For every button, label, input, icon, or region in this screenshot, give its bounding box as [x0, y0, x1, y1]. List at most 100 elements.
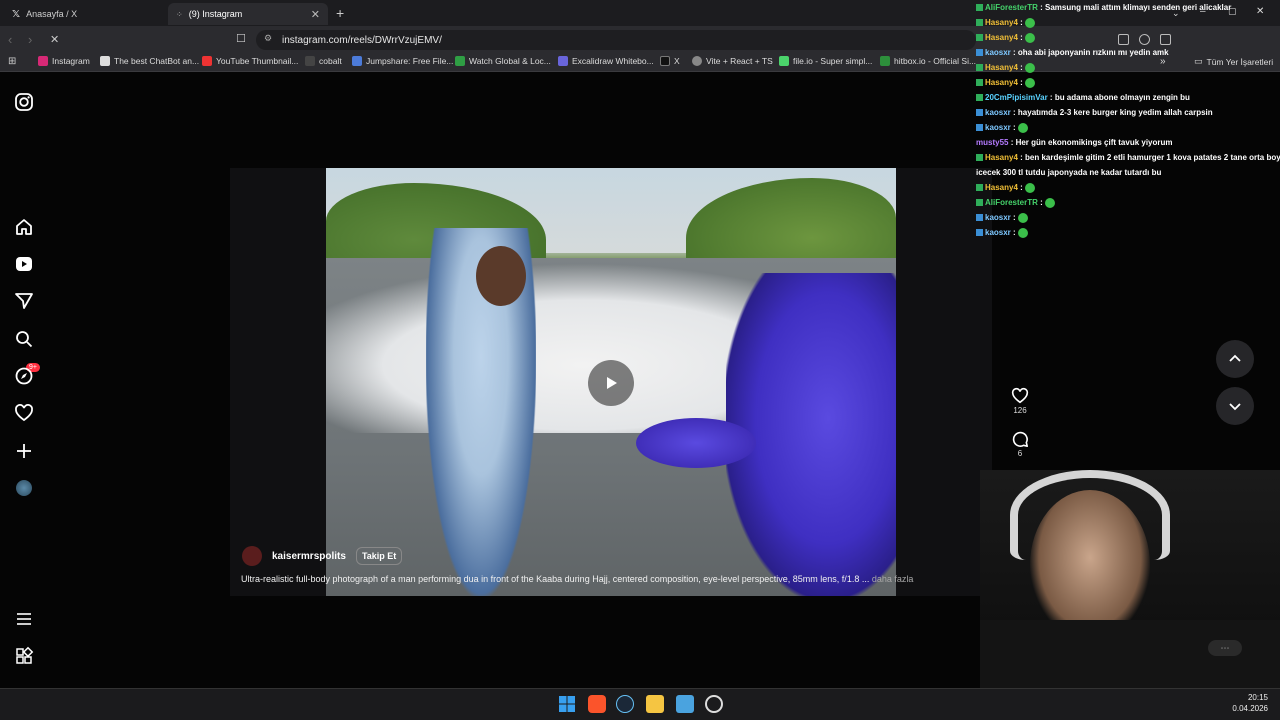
- bookmark-item[interactable]: file.io - Super simpl...: [779, 56, 872, 66]
- menu-icon[interactable]: [14, 609, 34, 629]
- bookmark-icon[interactable]: ☐: [236, 32, 246, 45]
- follow-button[interactable]: Takip Et: [355, 547, 403, 565]
- home-icon[interactable]: [14, 217, 34, 237]
- comment-icon[interactable]: [1011, 430, 1029, 448]
- next-reel-button[interactable]: [1216, 387, 1254, 425]
- bookmark-item[interactable]: hitbox.io - Official Si...: [880, 56, 976, 66]
- heart-icon[interactable]: [14, 403, 34, 423]
- chat-message: AliForesterTR :: [976, 195, 1280, 210]
- play-button[interactable]: [588, 360, 634, 406]
- apps-grid-icon[interactable]: ⊞: [8, 56, 16, 67]
- chat-username[interactable]: Hasany4: [985, 183, 1018, 192]
- chat-text: oha abi japonyanin rızkını mı yedin amk: [1017, 48, 1169, 57]
- tab-list-chevron-icon[interactable]: ⌄: [1172, 8, 1180, 19]
- address-bar[interactable]: ⚙ instagram.com/reels/DWrrVzujEMV/: [256, 30, 976, 50]
- clock-time: 20:15: [1247, 693, 1268, 702]
- stream-chat-overlay: AliForesterTR : Samsung mali attım klima…: [976, 0, 1280, 238]
- chat-username[interactable]: Hasany4: [985, 18, 1018, 27]
- chat-badge-icon: [976, 109, 983, 117]
- new-tab-button[interactable]: +: [336, 5, 344, 21]
- tab-instagram[interactable]: ⁘ (9) Instagram ✕: [168, 3, 328, 25]
- chat-username[interactable]: musty55: [976, 138, 1008, 147]
- start-button[interactable]: [558, 695, 576, 713]
- reels-icon[interactable]: [14, 254, 34, 274]
- chat-username[interactable]: AliForesterTR: [985, 3, 1038, 12]
- bookmark-item[interactable]: Watch Global & Loc...: [455, 56, 551, 66]
- bookmark-item[interactable]: Instagram: [38, 56, 90, 66]
- tab-x[interactable]: 𝕏 Anasayfa / X: [4, 3, 164, 25]
- chat-message: kaosxr :: [976, 120, 1280, 135]
- chat-message: icecek 300 tl tutdu japonyada ne kadar t…: [976, 165, 1280, 180]
- apps-icon[interactable]: [14, 646, 34, 666]
- caption-text: Ultra-realistic full-body photograph of …: [241, 574, 870, 584]
- chat-username[interactable]: 20CmPipisimVar: [985, 93, 1048, 102]
- chat-username[interactable]: Hasany4: [985, 153, 1018, 162]
- chat-message: Hasany4 : ben kardeşimle gitim 2 etli ha…: [976, 150, 1280, 165]
- chat-emote-icon: [1017, 122, 1028, 133]
- reel-author: kaisermrspolits Takip Et: [242, 546, 403, 566]
- explore-icon[interactable]: [14, 366, 34, 386]
- chat-message: 20CmPipisimVar : bu adama abone olmayın …: [976, 90, 1280, 105]
- reload-icon[interactable]: ✕: [50, 33, 59, 46]
- chat-badge-icon: [976, 49, 983, 57]
- bookmark-item[interactable]: Jumpshare: Free File...: [352, 56, 453, 66]
- chat-badge-icon: [976, 199, 983, 207]
- chat-username[interactable]: kaosxr: [985, 108, 1011, 117]
- search-icon[interactable]: [14, 329, 34, 349]
- obs-icon[interactable]: [705, 695, 723, 713]
- messages-icon[interactable]: [14, 291, 34, 311]
- chat-username[interactable]: AliForesterTR: [985, 198, 1038, 207]
- instagram-icon[interactable]: [14, 92, 34, 112]
- reel-caption: Ultra-realistic full-body photograph of …: [241, 574, 941, 584]
- close-window-icon[interactable]: ✕: [1256, 6, 1264, 17]
- tab-label: (9) Instagram: [188, 9, 243, 19]
- site-info-icon[interactable]: ⚙: [264, 33, 272, 44]
- minimize-icon[interactable]: –: [1200, 6, 1206, 17]
- chat-username[interactable]: kaosxr: [985, 213, 1011, 222]
- like-icon[interactable]: [1011, 387, 1029, 405]
- close-tab-icon[interactable]: ✕: [311, 8, 320, 21]
- previous-reel-button[interactable]: [1216, 340, 1254, 378]
- app-icon[interactable]: [676, 695, 694, 713]
- chat-message: Hasany4 :: [976, 60, 1280, 75]
- chat-username[interactable]: kaosxr: [985, 48, 1011, 57]
- bookmark-item[interactable]: Excalidraw Whitebo...: [558, 56, 654, 66]
- chat-emote-icon: [1025, 77, 1036, 88]
- chat-username[interactable]: Hasany4: [985, 33, 1018, 42]
- profile-avatar[interactable]: [16, 480, 32, 496]
- chat-emote-icon: [1025, 62, 1036, 73]
- author-avatar[interactable]: [242, 546, 262, 566]
- chat-username[interactable]: Hasany4: [985, 63, 1018, 72]
- chat-text: bu adama abone olmayın zengin bu: [1054, 93, 1190, 102]
- forward-button[interactable]: ›: [28, 32, 32, 47]
- chat-message: Hasany4 :: [976, 180, 1280, 195]
- chat-badge-icon: [976, 4, 983, 12]
- chat-username[interactable]: kaosxr: [985, 123, 1011, 132]
- bookmark-item[interactable]: The best ChatBot an...: [100, 56, 199, 66]
- bookmark-item[interactable]: X: [660, 56, 680, 66]
- bookmark-item[interactable]: YouTube Thumbnail...: [202, 56, 298, 66]
- chat-username[interactable]: Hasany4: [985, 78, 1018, 87]
- more-link[interactable]: daha fazla: [872, 574, 914, 584]
- file-explorer-icon[interactable]: [646, 695, 664, 713]
- x-logo-icon: 𝕏: [12, 8, 21, 20]
- windows-icon: [559, 696, 575, 712]
- chat-username[interactable]: kaosxr: [985, 228, 1011, 237]
- more-icon[interactable]: ⋯: [1208, 640, 1242, 656]
- bookmark-item[interactable]: cobalt: [305, 56, 342, 66]
- chat-text: hayatımda 2-3 kere burger king yedim all…: [1017, 108, 1213, 117]
- instagram-sidebar: 9+: [0, 72, 48, 688]
- chat-badge-icon: [976, 184, 983, 192]
- chevron-down-icon: [1229, 403, 1241, 411]
- brave-browser-icon[interactable]: [588, 695, 606, 713]
- back-button[interactable]: ‹: [8, 32, 12, 47]
- chat-message: Hasany4 :: [976, 15, 1280, 30]
- chat-emote-icon: [1025, 32, 1036, 43]
- chat-emote-icon: [1045, 197, 1056, 208]
- comment-count: 6: [1017, 449, 1023, 458]
- steam-icon[interactable]: [616, 695, 634, 713]
- author-username[interactable]: kaisermrspolits: [272, 551, 346, 562]
- maximize-icon[interactable]: ▢: [1228, 6, 1237, 17]
- bookmark-item[interactable]: Vite + React + TS: [692, 56, 773, 66]
- create-icon[interactable]: [14, 441, 34, 461]
